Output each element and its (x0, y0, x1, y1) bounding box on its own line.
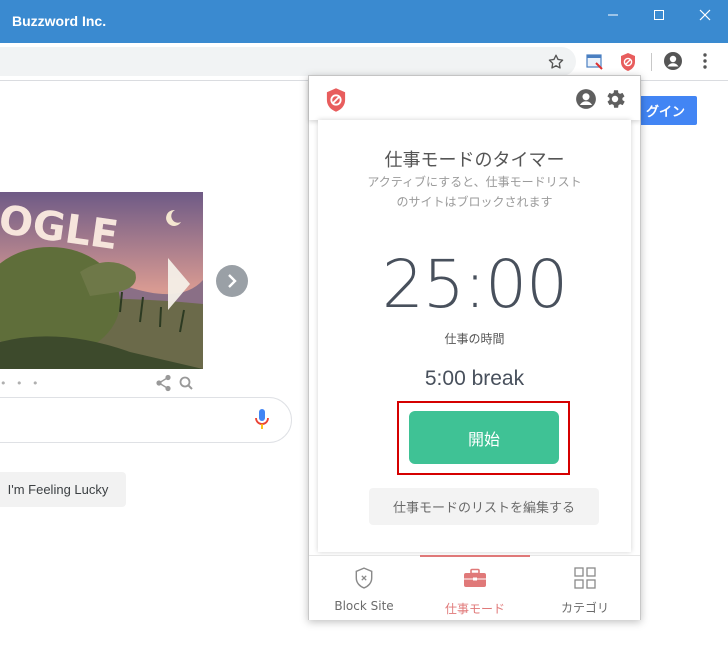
tab-label: 仕事モード (444, 602, 505, 616)
address-bar[interactable] (0, 47, 576, 76)
toolbar-separator (651, 53, 652, 71)
tab-work-mode[interactable]: 仕事モード (420, 555, 530, 621)
popup-header (309, 76, 640, 120)
google-doodle[interactable]: OGLE (0, 192, 203, 369)
work-time-label: 仕事の時間 (444, 332, 505, 346)
work-mode-description: アクティブにすると、仕事モードリストのサイトはブロックされます (367, 175, 582, 209)
doodle-dots: • • • (0, 377, 42, 390)
start-button[interactable]: 開始 (409, 411, 559, 464)
maximize-icon (654, 10, 664, 20)
extension-tabs-icon[interactable] (584, 51, 606, 73)
timer-display: 25:00 (381, 246, 568, 323)
minimize-icon (608, 14, 618, 16)
profile-avatar-icon[interactable] (662, 50, 684, 72)
mic-icon[interactable] (254, 408, 270, 434)
briefcase-icon (420, 568, 530, 588)
tab-category[interactable]: カテゴリ (530, 556, 640, 620)
window-title: Buzzword Inc. (12, 13, 107, 29)
tab-label: Block Site (334, 599, 394, 613)
maximize-button[interactable] (636, 0, 682, 30)
feeling-lucky-button[interactable]: I'm Feeling Lucky (0, 472, 126, 507)
block-site-logo-icon (323, 87, 349, 117)
break-time-text: 5:00 break (424, 367, 525, 390)
settings-gear-icon[interactable] (603, 87, 627, 115)
block-site-popup: 仕事モードのタイマー アクティブにすると、仕事モードリストのサイトはブロックされ… (308, 75, 641, 620)
popup-tab-bar: Block Site 仕事モード カテゴリ (309, 555, 640, 620)
doodle-next-button[interactable] (216, 265, 248, 297)
minimize-button[interactable] (590, 0, 636, 30)
close-icon (699, 9, 711, 21)
grid-icon (530, 567, 640, 589)
close-button[interactable] (682, 0, 728, 30)
work-mode-panel: 仕事モードのタイマー アクティブにすると、仕事モードリストのサイトはブロックされ… (318, 120, 631, 552)
chevron-right-icon (228, 274, 237, 288)
bookmark-star-icon[interactable] (546, 52, 566, 72)
title-bar: Buzzword Inc. (0, 0, 728, 43)
account-icon[interactable] (575, 88, 597, 114)
shield-x-icon (309, 567, 419, 589)
work-mode-title: 仕事モードのタイマー (384, 150, 565, 171)
login-button[interactable]: グイン (634, 96, 697, 125)
share-icon[interactable] (155, 374, 195, 396)
edit-work-list-button[interactable]: 仕事モードのリストを編集する (369, 488, 599, 525)
block-site-extension-icon[interactable] (617, 51, 639, 73)
google-search-input[interactable] (0, 397, 292, 443)
tab-block-site[interactable]: Block Site (309, 556, 419, 620)
tab-label: カテゴリ (560, 601, 609, 615)
more-menu-icon[interactable] (697, 51, 713, 71)
